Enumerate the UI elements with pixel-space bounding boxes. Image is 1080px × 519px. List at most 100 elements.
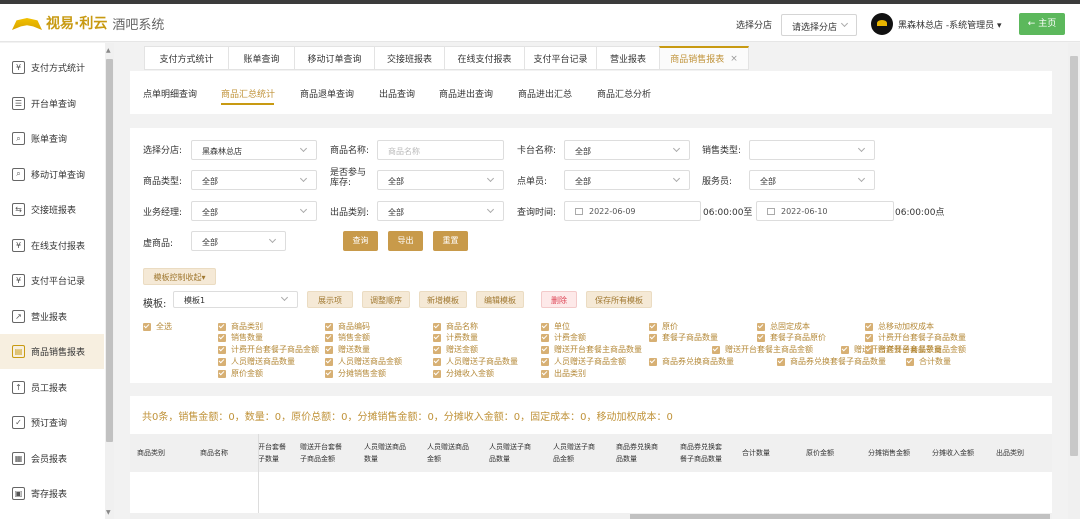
date-from-input[interactable]: 2022-06-09 bbox=[564, 201, 701, 221]
report-tab[interactable]: 交接班报表 bbox=[374, 46, 444, 70]
column-checkbox[interactable]: 赠送开台套餐主商品金额 bbox=[712, 344, 813, 355]
checkbox-checked-icon[interactable] bbox=[865, 322, 873, 331]
product-name-input[interactable]: 商品名称 bbox=[377, 140, 504, 160]
report-tab[interactable]: 营业报表 bbox=[596, 46, 659, 70]
column-checkbox[interactable]: 商品编码 bbox=[325, 321, 370, 332]
sidebar-item[interactable]: ¥ 支付平台记录 bbox=[0, 263, 104, 298]
checkbox-checked-icon[interactable] bbox=[218, 333, 226, 342]
sidebar-item[interactable]: ✓ 预订查询 bbox=[0, 405, 104, 440]
checkbox-checked-icon[interactable] bbox=[433, 357, 441, 366]
sidebar-scrollbar-thumb[interactable] bbox=[106, 59, 113, 442]
branch-filter-select[interactable]: 黑森林总店 bbox=[191, 140, 317, 160]
table-column-header[interactable]: 分摊销售金额 bbox=[868, 447, 910, 459]
column-checkbox[interactable]: 总移动加权成本 bbox=[865, 321, 934, 332]
table-column-header[interactable]: 原价金额 bbox=[806, 447, 834, 459]
table-column-header[interactable]: 人员赠送子商 品数量 bbox=[489, 441, 531, 465]
checkbox-checked-icon[interactable] bbox=[218, 357, 226, 366]
table-column-header[interactable]: 开台套餐 子数量 bbox=[258, 441, 286, 465]
checkbox-checked-icon[interactable] bbox=[433, 333, 441, 342]
home-button[interactable]: ← 主页 bbox=[1019, 13, 1065, 35]
column-checkbox[interactable]: 合计数量 bbox=[906, 356, 951, 367]
sidebar-item[interactable]: ▦ 会员报表 bbox=[0, 441, 104, 476]
query-button[interactable]: 查询 bbox=[343, 231, 378, 251]
template-select[interactable]: 模板1 bbox=[173, 291, 298, 308]
checkbox-checked-icon[interactable] bbox=[433, 322, 441, 331]
report-tab[interactable]: 商品销售报表 × bbox=[659, 46, 749, 70]
reorder-button[interactable]: 调整顺序 bbox=[362, 291, 410, 308]
sidebar-item[interactable]: ¥ 支付方式统计 bbox=[0, 50, 104, 85]
column-checkbox[interactable]: 人员赠送商品金额 bbox=[325, 356, 402, 367]
column-checkbox[interactable]: 计费开台套餐子商品金额 bbox=[218, 344, 319, 355]
report-tab[interactable]: 账单查询 bbox=[228, 46, 294, 70]
column-checkbox[interactable]: 赠送金额 bbox=[433, 344, 478, 355]
vertical-scrollbar-thumb[interactable] bbox=[1070, 56, 1078, 456]
table-column-header[interactable]: 商品券兑换套 餐子商品数量 bbox=[680, 441, 722, 465]
table-column-header[interactable]: 人员赠送子商 品金额 bbox=[553, 441, 595, 465]
horizontal-scrollbar-thumb[interactable] bbox=[630, 514, 1050, 519]
checkbox-checked-icon[interactable] bbox=[541, 345, 549, 354]
sidebar-item[interactable]: ↑ 员工报表 bbox=[0, 370, 104, 405]
scroll-down-icon[interactable]: ▼ bbox=[106, 509, 111, 516]
table-column-header[interactable]: 赠送开台套餐 子商品金额 bbox=[300, 441, 342, 465]
new-template-button[interactable]: 新增模板 bbox=[419, 291, 467, 308]
sidebar-item[interactable]: ⇆ 交接班报表 bbox=[0, 192, 104, 227]
date-to-input[interactable]: 2022-06-10 bbox=[756, 201, 894, 221]
column-checkbox[interactable]: 人员赠送子商品数量 bbox=[433, 356, 518, 367]
avatar[interactable] bbox=[871, 13, 893, 35]
column-checkbox[interactable]: 销售数量 bbox=[218, 332, 263, 343]
report-tab[interactable]: 支付平台记录 bbox=[524, 46, 596, 70]
table-column-header[interactable]: 人员赠送商品 金额 bbox=[427, 441, 469, 465]
subnav-item[interactable]: 商品汇总分析 bbox=[597, 87, 651, 100]
column-checkbox[interactable]: 计费开台套餐子商品数量 bbox=[865, 332, 966, 343]
sidebar-item[interactable]: ⌕ 移动订单查询 bbox=[0, 157, 104, 192]
column-checkbox[interactable]: 计费金额 bbox=[541, 332, 586, 343]
table-column-header[interactable]: 商品名称 bbox=[200, 447, 228, 459]
sidebar-item[interactable]: ☰ 开台单查询 bbox=[0, 86, 104, 121]
sale-type-select[interactable] bbox=[749, 140, 875, 160]
column-checkbox[interactable]: 赠送开台套餐子商品金额 bbox=[865, 344, 966, 355]
column-checkbox[interactable]: 分摊收入金额 bbox=[433, 368, 494, 379]
delete-template-button[interactable]: 删除 bbox=[541, 291, 577, 308]
virtual-product-select[interactable]: 全部 bbox=[191, 231, 286, 251]
orderer-select[interactable]: 全部 bbox=[564, 170, 690, 190]
waiter-select[interactable]: 全部 bbox=[749, 170, 875, 190]
checkbox-checked-icon[interactable] bbox=[325, 357, 333, 366]
column-checkbox[interactable]: 商品券兑换商品数量 bbox=[649, 356, 734, 367]
checkbox-checked-icon[interactable] bbox=[865, 345, 873, 354]
export-button[interactable]: 导出 bbox=[388, 231, 423, 251]
table-column-header[interactable]: 商品类别 bbox=[137, 447, 165, 459]
table-column-header[interactable]: 出品类别 bbox=[996, 447, 1024, 459]
branch-select[interactable]: 请选择分店 bbox=[781, 14, 857, 36]
table-column-header[interactable]: 合计数量 bbox=[742, 447, 770, 459]
column-checkbox[interactable]: 商品名称 bbox=[433, 321, 478, 332]
scroll-up-icon[interactable]: ▲ bbox=[106, 47, 111, 54]
template-toggle-button[interactable]: 模板控制收起▾ bbox=[143, 268, 216, 285]
column-checkbox[interactable]: 单位 bbox=[541, 321, 570, 332]
checkbox-checked-icon[interactable] bbox=[218, 369, 226, 378]
column-checkbox[interactable]: 赠送数量 bbox=[325, 344, 370, 355]
subnav-item[interactable]: 商品进出汇总 bbox=[518, 87, 572, 100]
column-checkbox[interactable]: 商品券兑换套餐子商品数量 bbox=[777, 356, 886, 367]
checkbox-checked-icon[interactable] bbox=[649, 357, 657, 366]
subnav-item[interactable]: 点单明细查询 bbox=[143, 87, 197, 100]
column-checkbox[interactable]: 原价 bbox=[649, 321, 678, 332]
checkbox-checked-icon[interactable] bbox=[218, 345, 226, 354]
column-checkbox[interactable]: 人员赠送子商品金额 bbox=[541, 356, 626, 367]
stock-select[interactable]: 全部 bbox=[377, 170, 504, 190]
edit-template-button[interactable]: 编辑模板 bbox=[476, 291, 524, 308]
column-checkbox[interactable]: 套餐子商品原价 bbox=[757, 332, 826, 343]
checkbox-checked-icon[interactable] bbox=[757, 322, 765, 331]
manager-select[interactable]: 全部 bbox=[191, 201, 317, 221]
checkbox-checked-icon[interactable] bbox=[325, 345, 333, 354]
column-checkbox[interactable]: 销售金额 bbox=[325, 332, 370, 343]
display-items-button[interactable]: 展示项 bbox=[307, 291, 353, 308]
column-checkbox[interactable]: 人员赠送商品数量 bbox=[218, 356, 295, 367]
table-column-header[interactable]: 商品券兑换商 品数量 bbox=[616, 441, 658, 465]
sidebar-item[interactable]: ⌕ 账单查询 bbox=[0, 121, 104, 156]
checkbox-checked-icon[interactable] bbox=[777, 357, 785, 366]
column-checkbox[interactable]: 全选 bbox=[143, 321, 172, 332]
output-type-select[interactable]: 全部 bbox=[377, 201, 504, 221]
checkbox-checked-icon[interactable] bbox=[218, 322, 226, 331]
checkbox-checked-icon[interactable] bbox=[841, 345, 849, 354]
checkbox-checked-icon[interactable] bbox=[433, 345, 441, 354]
